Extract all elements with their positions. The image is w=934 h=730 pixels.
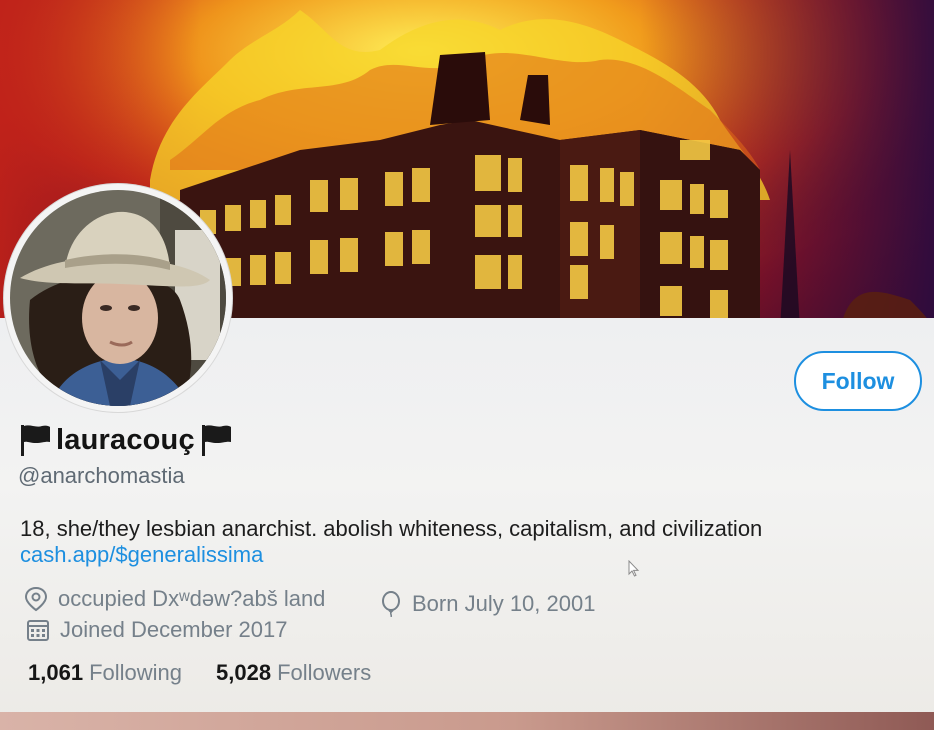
birthday-text: Born July 10, 2001 xyxy=(412,591,596,616)
followers-link[interactable]: 5,028 Followers xyxy=(216,660,371,686)
display-name-row: lauracouç xyxy=(18,418,233,462)
profile-birthday: Born July 10, 2001 xyxy=(380,591,595,617)
following-count: 1,061 xyxy=(28,660,84,685)
display-name: lauracouç xyxy=(56,423,195,456)
black-flag-icon xyxy=(199,422,233,458)
bio-link[interactable]: cash.app/$generalissima xyxy=(20,542,263,568)
profile-avatar[interactable] xyxy=(4,184,232,412)
profile-location: occupied Dxʷdəw?abš land xyxy=(24,586,325,612)
followers-label: Followers xyxy=(277,660,372,685)
avatar-photo xyxy=(10,190,226,406)
profile-bio: 18, she/they lesbian anarchist. abolish … xyxy=(20,516,763,541)
calendar-icon xyxy=(27,620,49,641)
black-flag-icon xyxy=(18,422,52,458)
follow-stats: 1,061 Following 5,028 Followers xyxy=(28,660,405,686)
profile-handle: @anarchomastia xyxy=(18,463,185,488)
location-text: occupied Dxʷdəw?abš land xyxy=(58,586,326,611)
followers-count: 5,028 xyxy=(216,660,272,685)
following-link[interactable]: 1,061 Following xyxy=(28,660,182,686)
location-pin-icon xyxy=(24,586,48,612)
profile-screen: Follow lauracouç @anarchomastia 18, she/… xyxy=(0,0,934,730)
follow-button[interactable]: Follow xyxy=(794,351,922,411)
following-label: Following xyxy=(89,660,182,685)
mouse-cursor-icon xyxy=(628,560,640,577)
profile-joined-date: Joined December 2017 xyxy=(26,617,287,643)
screen-bottom-edge xyxy=(0,712,934,730)
balloon-icon xyxy=(382,591,400,617)
joined-text: Joined December 2017 xyxy=(60,617,288,642)
